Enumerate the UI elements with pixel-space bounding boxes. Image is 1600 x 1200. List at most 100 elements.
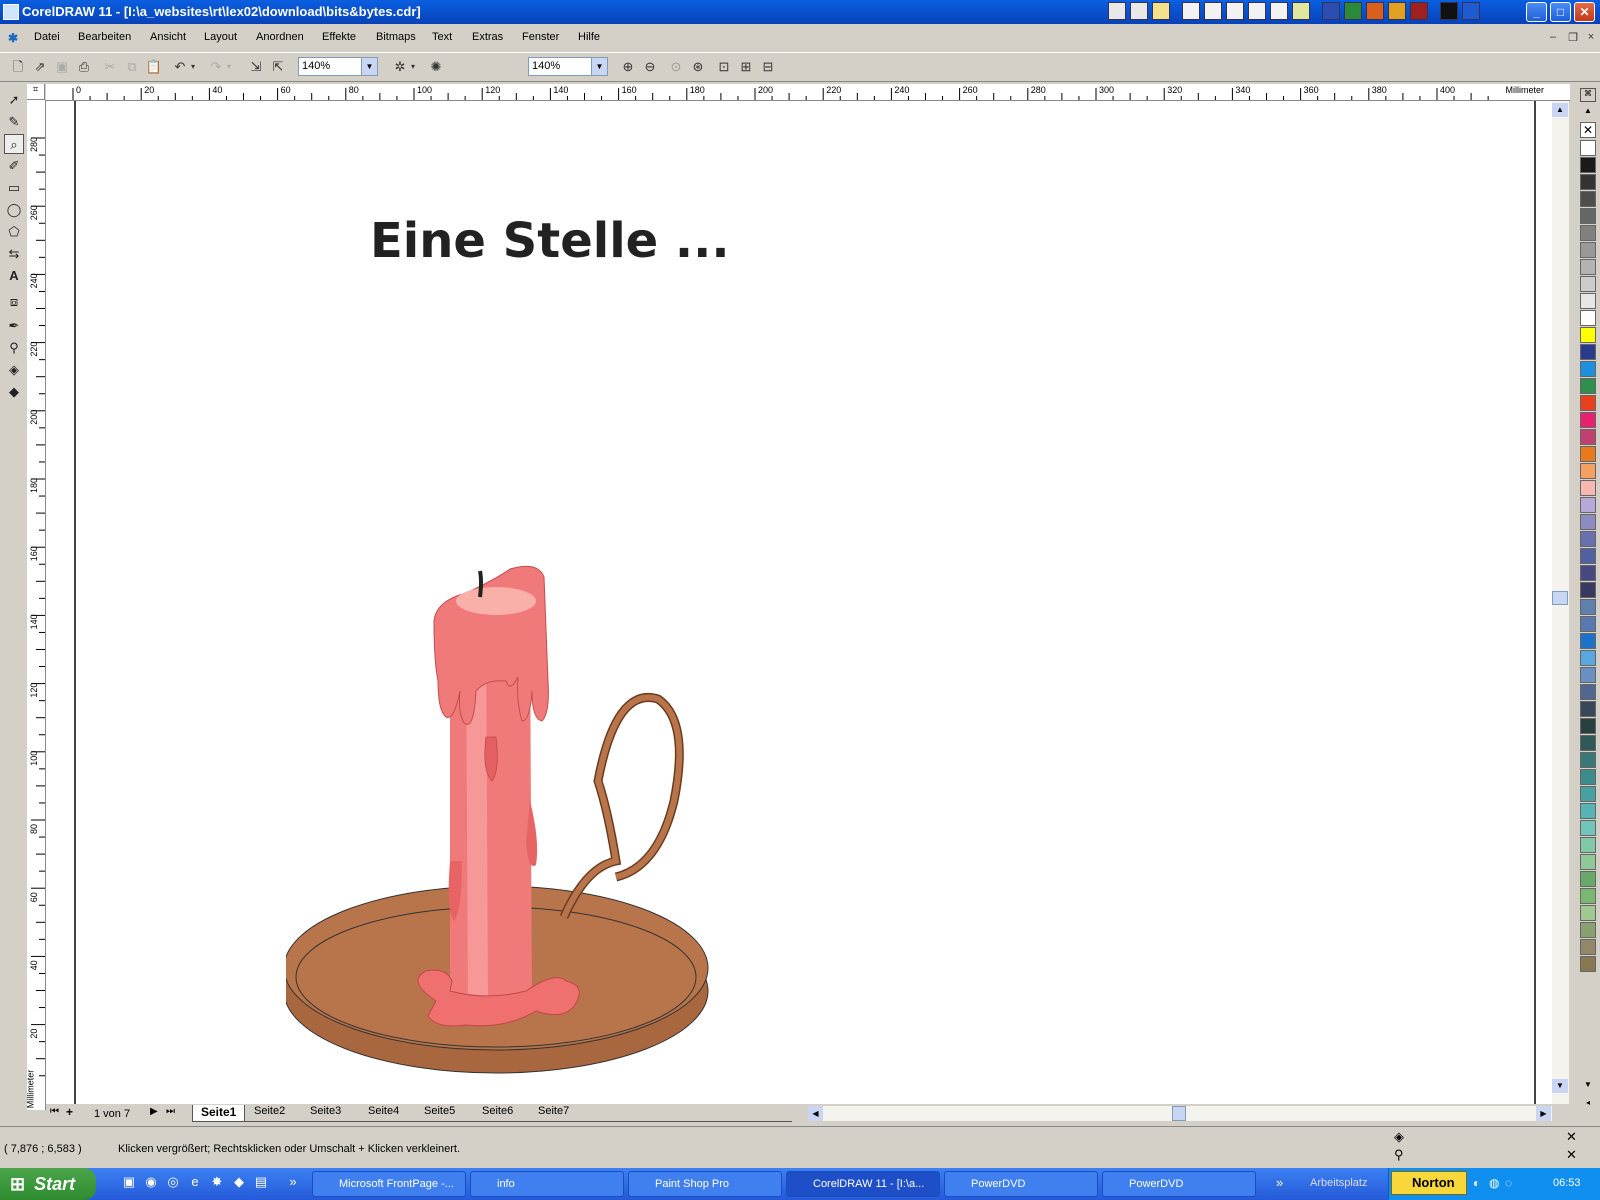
tray-icon-2[interactable]: ◍ (1489, 1176, 1499, 1190)
vertical-scrollbar[interactable]: ▲ ▼ (1552, 101, 1569, 1111)
save-icon[interactable]: ▣ (52, 57, 72, 77)
page-tab-1[interactable]: Seite1 (192, 1105, 246, 1122)
palette-swatch[interactable] (1580, 344, 1596, 360)
vertical-scroll-thumb[interactable] (1552, 591, 1568, 605)
start-button[interactable]: ⊞ Start (0, 1168, 96, 1200)
palette-swatch[interactable] (1580, 582, 1596, 598)
palette-swatch[interactable] (1580, 854, 1596, 870)
palette-swatch[interactable] (1580, 191, 1596, 207)
interactive-blend-tool-icon[interactable]: ⧈ (4, 292, 24, 312)
outlook-icon[interactable] (1388, 2, 1406, 20)
palette-scroll-down-icon[interactable]: ▼ (1580, 1080, 1596, 1092)
palette-swatch[interactable] (1580, 701, 1596, 717)
quicklaunch-app-icon-6[interactable]: ◆ (230, 1174, 248, 1192)
undo-dropdown-icon[interactable]: ▾ (188, 57, 198, 77)
palette-expand-icon[interactable]: ◂ (1580, 1098, 1596, 1110)
undo-icon[interactable]: ↶ (170, 57, 190, 77)
paste-icon[interactable]: 📋 (144, 57, 164, 77)
shape-tool-icon[interactable]: ✎ (4, 112, 24, 132)
heading-text[interactable]: Eine Stelle ... (370, 213, 730, 269)
maximize-button[interactable]: □ (1550, 2, 1571, 22)
palette-swatch[interactable] (1580, 837, 1596, 853)
palette-swatch[interactable] (1580, 905, 1596, 921)
no-fill-swatch[interactable]: ✕ (1580, 122, 1596, 138)
menu-ansicht[interactable]: Ansicht (150, 31, 186, 43)
quicklaunch-icon-3[interactable] (1152, 2, 1170, 20)
pick-tool-icon[interactable]: ➚ (4, 90, 24, 110)
palette-swatch[interactable] (1580, 786, 1596, 802)
quicklaunch-icon-7[interactable] (1248, 2, 1266, 20)
quicklaunch-app-icon-5[interactable]: ✸ (208, 1174, 226, 1192)
palette-swatch[interactable] (1580, 327, 1596, 343)
palette-swatch[interactable] (1580, 888, 1596, 904)
menu-hilfe[interactable]: Hilfe (578, 31, 600, 43)
palette-swatch[interactable] (1580, 395, 1596, 411)
zoom-level-select[interactable]: 140% ▼ (298, 57, 378, 76)
page-tab-2[interactable]: Seite2 (254, 1105, 285, 1121)
palette-swatch[interactable] (1580, 531, 1596, 547)
palette-swatch[interactable] (1580, 956, 1596, 972)
palette-swatch[interactable] (1580, 599, 1596, 615)
zoom-page-height-icon[interactable]: ⊟ (758, 57, 778, 77)
task-powerdvd-2[interactable]: PowerDVD (1102, 1171, 1256, 1197)
palette-swatch[interactable] (1580, 276, 1596, 292)
last-page-icon[interactable]: ⏭ (166, 1106, 175, 1117)
cut-icon[interactable]: ✂ (100, 57, 120, 77)
task-info[interactable]: info (470, 1171, 624, 1197)
quicklaunch-icon-2[interactable] (1130, 2, 1148, 20)
scroll-right-icon[interactable]: ▶ (1536, 1106, 1551, 1121)
print-icon[interactable]: ⎙ (74, 57, 94, 77)
zoom-page-icon[interactable]: ⊡ (714, 57, 734, 77)
access-icon[interactable] (1410, 2, 1428, 20)
quicklaunch-app-icon-2[interactable]: ◉ (142, 1174, 160, 1192)
menu-bitmaps[interactable]: Bitmaps (376, 31, 416, 43)
palette-swatch[interactable] (1580, 378, 1596, 394)
page-tab-7[interactable]: Seite7 (538, 1105, 569, 1121)
palette-swatch[interactable] (1580, 820, 1596, 836)
quicklaunch-icon-1[interactable] (1108, 2, 1126, 20)
coreldraw-app-icon[interactable] (3, 4, 19, 20)
zoom-all-objects-icon[interactable]: ⊛ (688, 57, 708, 77)
outline-indicator-icon[interactable]: ⚲ (1394, 1147, 1404, 1163)
export-icon[interactable]: ⇱ (268, 57, 288, 77)
scroll-down-icon[interactable]: ▼ (1552, 1079, 1568, 1093)
drawing-canvas[interactable]: Eine Stelle ... (46, 101, 1569, 1111)
fill-none-icon[interactable]: ✕ (1566, 1129, 1577, 1145)
palette-swatch[interactable] (1580, 939, 1596, 955)
palette-swatch[interactable] (1580, 412, 1596, 428)
tray-icon-1[interactable]: ◐ (1473, 1176, 1480, 1190)
palette-swatch[interactable] (1580, 514, 1596, 530)
palette-swatch[interactable] (1580, 259, 1596, 275)
first-page-icon[interactable]: ⏮ (50, 1106, 59, 1117)
palette-swatch[interactable] (1580, 684, 1596, 700)
excel-icon[interactable] (1344, 2, 1362, 20)
redo-dropdown-icon[interactable]: ▾ (224, 57, 234, 77)
page-tab-5[interactable]: Seite5 (424, 1105, 455, 1121)
doc-close-button[interactable]: × (1584, 31, 1598, 45)
quicklaunch-icon-8[interactable] (1270, 2, 1288, 20)
palette-swatch[interactable] (1580, 293, 1596, 309)
eyedropper-tool-icon[interactable]: ✒ (4, 316, 24, 336)
scroll-up-icon[interactable]: ▲ (1552, 103, 1568, 117)
text-tool-icon[interactable]: A (4, 266, 24, 286)
palette-swatch[interactable] (1580, 497, 1596, 513)
palette-swatch[interactable] (1580, 633, 1596, 649)
candle-illustration[interactable] (286, 481, 726, 1101)
freehand-tool-icon[interactable]: ✐ (4, 156, 24, 176)
vertical-ruler[interactable]: 280 260 240 220 200 180 160 140 120 100 80 60 40 20 M… (27, 100, 46, 1110)
zoom-page-width-icon[interactable]: ⊞ (736, 57, 756, 77)
horizontal-ruler[interactable]: 0 20 40 60 80 100 120 140 160 180 200 220 240 260 280 3… (46, 84, 1570, 101)
quicklaunch-app-icon-3[interactable]: ◎ (164, 1174, 182, 1192)
palette-swatch[interactable] (1580, 157, 1596, 173)
palette-swatch[interactable] (1580, 446, 1596, 462)
palette-swatch[interactable] (1580, 310, 1596, 326)
toolbar-overflow-icon[interactable]: » (1276, 1175, 1283, 1190)
open-icon[interactable]: ⇗ (30, 57, 50, 77)
task-paint-shop-pro[interactable]: Paint Shop Pro (628, 1171, 782, 1197)
copy-icon[interactable]: ⧉ (122, 57, 142, 77)
task-frontpage[interactable]: Microsoft FrontPage -... (312, 1171, 466, 1197)
zoom-tool-icon[interactable]: ⌕ (4, 134, 24, 154)
launcher-dropdown-icon[interactable]: ▾ (408, 57, 418, 77)
tray-icon-3[interactable]: ◌ (1505, 1176, 1512, 1190)
doc-minimize-button[interactable]: – (1546, 31, 1560, 45)
